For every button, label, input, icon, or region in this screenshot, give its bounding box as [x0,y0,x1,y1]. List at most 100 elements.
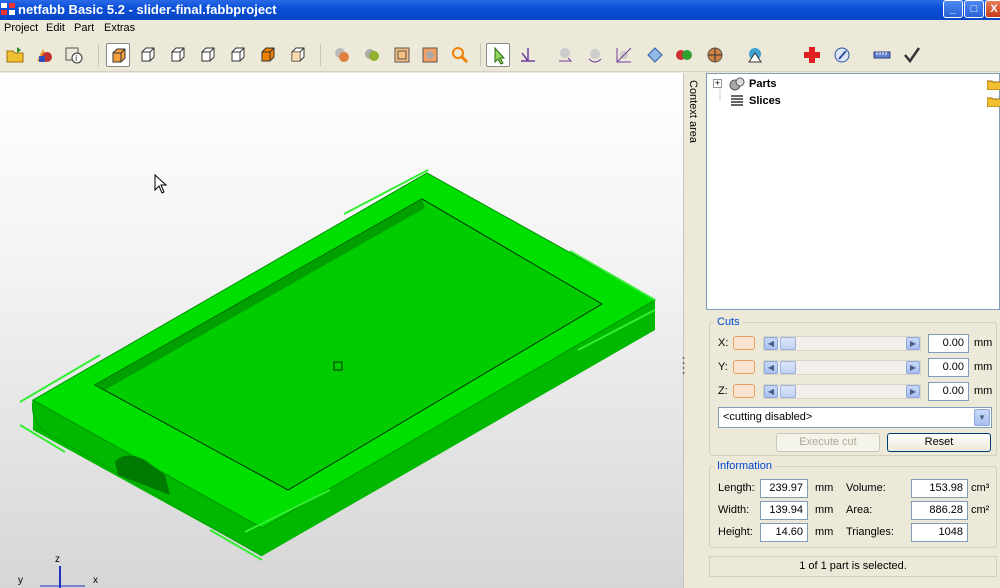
bounding-box-icon[interactable] [418,43,442,67]
cut-icon[interactable] [703,43,727,67]
execute-cut-button[interactable]: Execute cut [776,433,880,452]
axis-x-label: x [93,575,98,586]
length-label: Length: [718,482,755,494]
add-part-icon[interactable] [32,43,56,67]
slider-thumb[interactable] [780,385,796,398]
area-unit: cm² [971,504,990,516]
cut-y-value[interactable]: 0.00 [928,358,969,377]
slider-thumb[interactable] [780,361,796,374]
cut-z-label: Z: [718,385,728,397]
view-left-icon[interactable] [196,43,220,67]
3d-viewport[interactable]: z x y [0,73,683,588]
view-front-icon[interactable] [136,43,160,67]
maximize-button[interactable]: □ [964,0,984,18]
scroll-right-icon[interactable]: ▶ [906,361,920,374]
project-tree[interactable]: + Parts Slices [706,73,1000,310]
folder-open-icon[interactable] [987,78,1000,90]
window-title: netfabb Basic 5.2 - slider-final.fabbpro… [18,2,277,17]
export-icon[interactable] [830,43,854,67]
rotate-icon[interactable] [583,43,607,67]
project-info-icon[interactable]: i [62,43,86,67]
view-iso-icon[interactable] [106,43,130,67]
select-tool-icon[interactable] [486,43,510,67]
height-label: Height: [718,526,753,538]
cut-x-unit: mm [974,337,993,349]
cutting-mode-select[interactable]: <cutting disabled> ▼ [718,407,992,428]
information-title: Information [714,460,776,472]
scroll-left-icon[interactable]: ◀ [764,361,778,374]
open-project-icon[interactable] [3,43,27,67]
slices-icon [731,95,743,106]
area-label: Area: [846,504,873,516]
close-button[interactable]: X [985,0,1000,18]
chevron-down-icon[interactable]: ▼ [974,409,990,426]
color-icon[interactable] [360,43,384,67]
merge-icon[interactable] [672,43,696,67]
width-label: Width: [718,504,750,516]
menu-project[interactable]: Project [4,22,38,34]
scroll-left-icon[interactable]: ◀ [764,385,778,398]
volume-unit: cm³ [971,482,990,494]
panel-splitter[interactable] [683,73,705,588]
tree-item-slices[interactable]: Slices [711,93,1000,109]
minimize-button[interactable]: _ [943,0,963,18]
menu-edit[interactable]: Edit [46,22,65,34]
tree-item-parts[interactable]: + Parts [711,76,1000,92]
folder-open-icon[interactable] [987,95,1000,107]
area-value: 886.28 [911,501,968,520]
height-unit: mm [815,526,834,538]
menu-extras[interactable]: Extras [104,22,135,34]
main-toolbar: i [0,38,1000,72]
toolbar-separator [320,44,321,66]
cut-y-color[interactable] [733,360,755,374]
scroll-left-icon[interactable]: ◀ [764,337,778,350]
parts-icon [729,77,745,91]
view-back-icon[interactable] [166,43,190,67]
context-area-tab[interactable]: Context area [685,80,699,150]
scroll-right-icon[interactable]: ▶ [906,337,920,350]
measure-icon[interactable] [516,43,540,67]
move-icon[interactable] [553,43,577,67]
reset-button[interactable]: Reset [887,433,991,452]
view-right-icon[interactable] [226,43,250,67]
toolbar-separator [480,44,481,66]
part-render [19,169,657,588]
menu-part[interactable]: Part [74,22,94,34]
scale-icon[interactable] [612,43,636,67]
cut-z-unit: mm [974,385,993,397]
cut-z-value[interactable]: 0.00 [928,382,969,401]
expand-icon[interactable]: + [713,79,722,88]
netfabb-app-icon [1,3,15,15]
cut-z-color[interactable] [733,384,755,398]
axis-y-label: y [18,575,23,586]
length-value: 239.97 [760,479,808,498]
cut-x-value[interactable]: 0.00 [928,334,969,353]
width-unit: mm [815,504,834,516]
orientation-icon[interactable] [643,43,667,67]
wireframe-icon[interactable] [390,43,414,67]
view-top-icon[interactable] [256,43,280,67]
cut-y-slider[interactable]: ◀ ▶ [763,360,921,375]
shading-icon[interactable] [330,43,354,67]
apply-icon[interactable] [900,43,924,67]
cutting-mode-value: <cutting disabled> [723,411,813,423]
analysis-icon[interactable] [743,43,767,67]
cut-x-slider[interactable]: ◀ ▶ [763,336,921,351]
zoom-icon[interactable] [448,43,472,67]
scroll-right-icon[interactable]: ▶ [906,385,920,398]
cut-x-color[interactable] [733,336,755,350]
view-bottom-icon[interactable] [286,43,310,67]
axis-z-label: z [55,554,60,565]
tree-item-label: Slices [749,95,781,107]
mouse-cursor [154,173,168,194]
cut-z-slider[interactable]: ◀ ▶ [763,384,921,399]
ruler-icon[interactable] [870,43,894,67]
repair-icon[interactable] [800,43,824,67]
menu-bar: Project Edit Part Extras [0,20,1000,38]
svg-text:i: i [75,54,77,63]
triangles-label: Triangles: [846,526,894,538]
splitter-grip-icon[interactable] [682,355,685,375]
volume-value: 153.98 [911,479,968,498]
axis-gizmo [40,566,85,588]
slider-thumb[interactable] [780,337,796,350]
